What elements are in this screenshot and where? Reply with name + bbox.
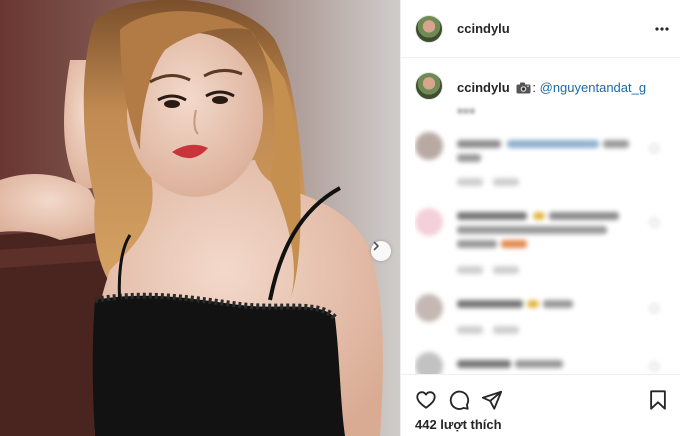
comment-blurred	[415, 290, 671, 346]
caption-username[interactable]: ccindylu	[457, 80, 510, 95]
caption-avatar[interactable]	[415, 72, 443, 100]
more-options-icon[interactable]	[655, 22, 669, 36]
comment-bubble-icon[interactable]	[448, 389, 470, 411]
caption-timestamp-blurred: ■■■	[457, 106, 476, 117]
caption-separator: :	[532, 80, 536, 95]
post-side-panel: ccindylu ccindylu : @nguyentandat_g ■■■	[400, 0, 680, 436]
post-header: ccindylu	[401, 0, 680, 58]
post-actions-bar: 442 lượt thích	[401, 374, 680, 436]
comment-blurred	[415, 348, 671, 374]
post-caption: ccindylu : @nguyentandat_g	[415, 72, 671, 100]
caption-mention-link[interactable]: @nguyentandat_g	[540, 80, 646, 95]
next-photo-button[interactable]	[371, 241, 391, 261]
camera-emoji-icon	[516, 82, 531, 94]
comment-blurred	[415, 204, 671, 288]
avatar[interactable]	[415, 14, 443, 43]
post-photo	[0, 0, 400, 436]
paper-plane-icon[interactable]	[481, 389, 503, 411]
comment-blurred	[415, 128, 671, 194]
portrait-image	[0, 0, 400, 436]
comments-list	[415, 128, 671, 374]
bookmark-icon[interactable]	[647, 389, 669, 411]
caption-text: ccindylu : @nguyentandat_g	[457, 80, 646, 100]
chevron-right-icon	[373, 241, 379, 251]
likes-count[interactable]: 442 lượt thích	[415, 417, 502, 432]
heart-icon[interactable]	[415, 389, 437, 411]
header-username[interactable]: ccindylu	[457, 21, 510, 36]
